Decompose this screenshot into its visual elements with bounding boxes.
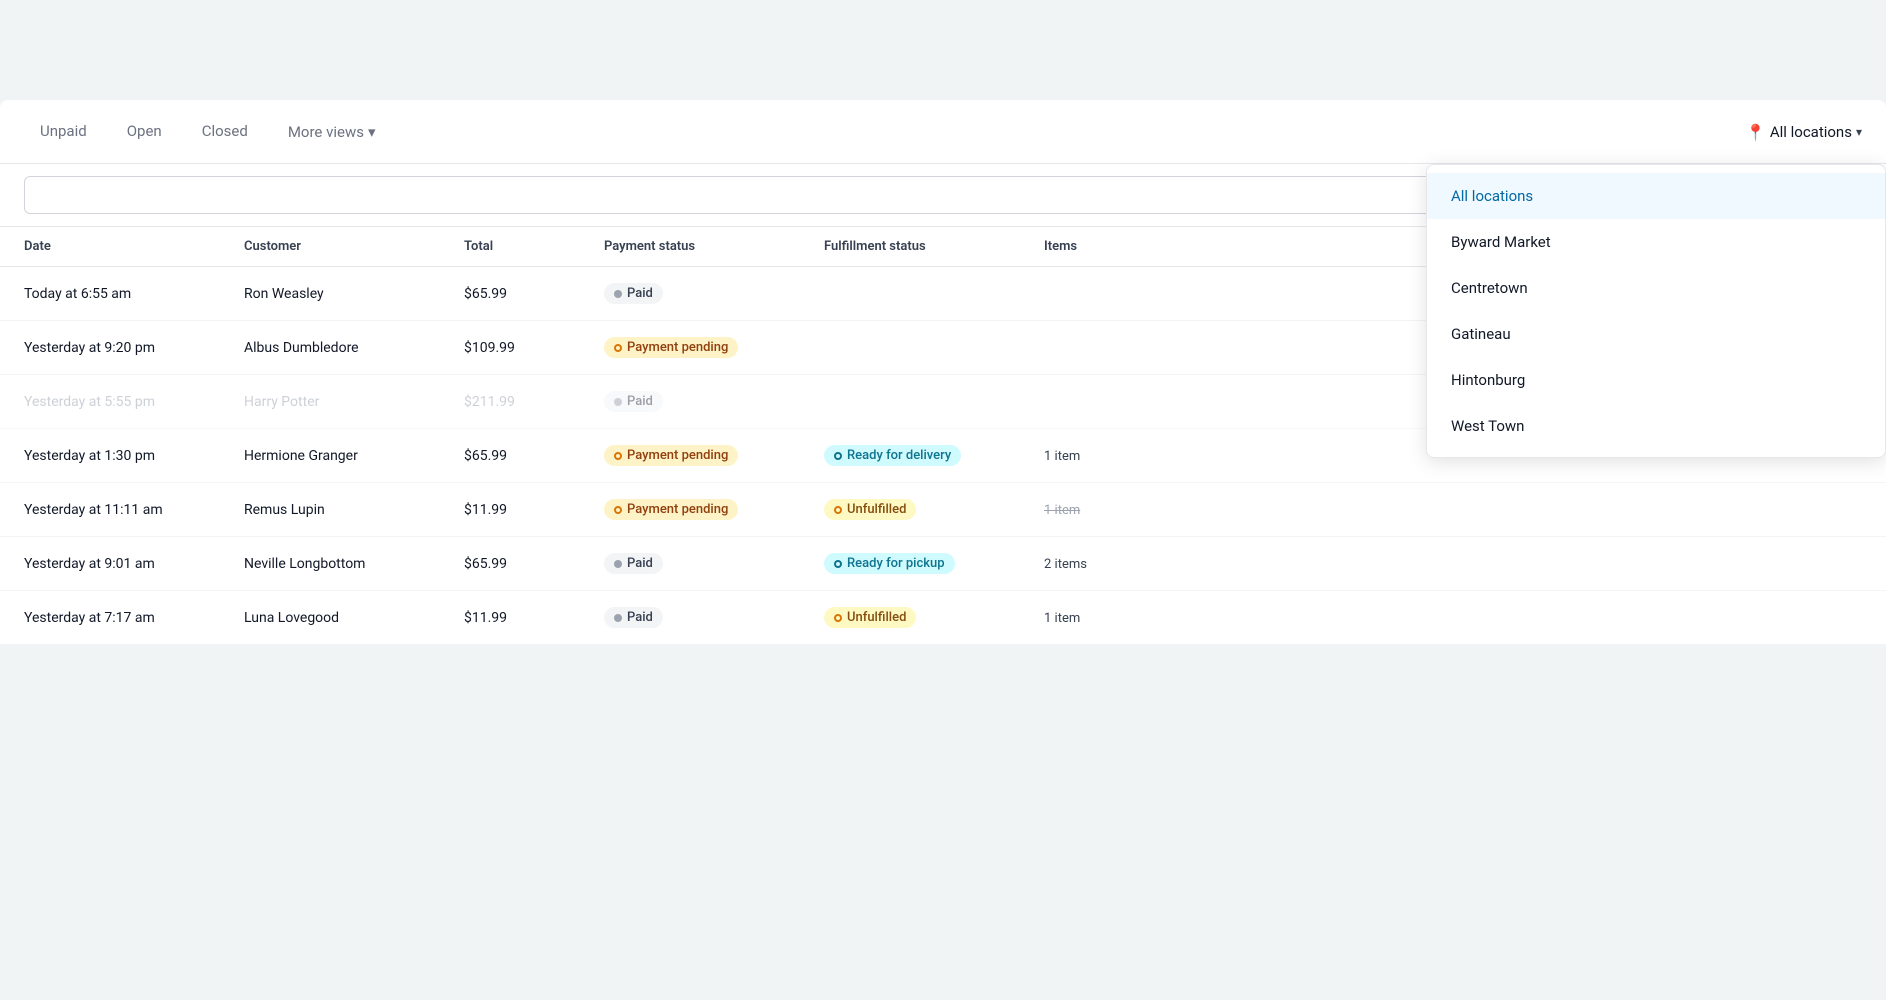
dot-icon <box>614 452 622 460</box>
dot-icon <box>834 506 842 514</box>
cell-customer: Neville Longbottom <box>244 556 464 572</box>
col-payment-status: Payment status <box>604 239 824 254</box>
cell-fulfillment-status: Unfulfilled <box>824 499 1044 520</box>
dropdown-item-gatineau[interactable]: Gatineau <box>1427 311 1885 357</box>
table-row[interactable]: Yesterday at 9:01 amNeville Longbottom$6… <box>0 537 1886 591</box>
dropdown-item-centretown[interactable]: Centretown <box>1427 265 1885 311</box>
payment-status-badge: Paid <box>604 553 663 574</box>
cell-customer: Ron Weasley <box>244 286 464 302</box>
col-fulfillment-status: Fulfillment status <box>824 239 1044 254</box>
location-trigger[interactable]: 📍 All locations ▾ <box>1626 100 1886 164</box>
payment-status-badge: Payment pending <box>604 337 738 358</box>
payment-status-badge: Paid <box>604 607 663 628</box>
payment-status-badge: Paid <box>604 283 663 304</box>
tab-closed[interactable]: Closed <box>186 100 264 164</box>
payment-status-badge: Paid <box>604 391 663 412</box>
fulfillment-status-badge: Ready for pickup <box>824 553 955 574</box>
fulfillment-status-badge: Ready for delivery <box>824 445 961 466</box>
location-pin-icon: 📍 <box>1746 123 1766 142</box>
col-customer: Customer <box>244 239 464 254</box>
dot-icon <box>614 614 622 622</box>
cell-date: Today at 6:55 am <box>24 286 244 302</box>
cell-payment-status: Paid <box>604 607 824 628</box>
cell-payment-status: Paid <box>604 553 824 574</box>
col-date: Date <box>24 239 244 254</box>
main-container: Unpaid Open Closed More views ▾ 📍 All lo… <box>0 100 1886 645</box>
dot-icon <box>614 506 622 514</box>
fulfillment-status-badge: Unfulfilled <box>824 499 916 520</box>
cell-payment-status: Paid <box>604 283 824 304</box>
cell-payment-status: Payment pending <box>604 337 824 358</box>
cell-total: $65.99 <box>464 556 604 572</box>
table-row[interactable]: Yesterday at 7:17 amLuna Lovegood$11.99 … <box>0 591 1886 645</box>
items-text: 1 item <box>1044 449 1080 464</box>
cell-total: $11.99 <box>464 502 604 518</box>
cell-date: Yesterday at 1:30 pm <box>24 448 244 464</box>
dot-icon <box>834 614 842 622</box>
cell-customer: Albus Dumbledore <box>244 340 464 356</box>
cell-customer: Remus Lupin <box>244 502 464 518</box>
cell-date: Yesterday at 9:01 am <box>24 556 244 572</box>
dropdown-item-all-locations[interactable]: All locations <box>1427 173 1885 219</box>
cell-date: Yesterday at 7:17 am <box>24 610 244 626</box>
cell-payment-status: Payment pending <box>604 499 824 520</box>
cell-total: $11.99 <box>464 610 604 626</box>
dropdown-item-byward[interactable]: Byward Market <box>1427 219 1885 265</box>
dot-icon <box>614 290 622 298</box>
cell-payment-status: Payment pending <box>604 445 824 466</box>
location-label: All locations <box>1770 123 1852 141</box>
cell-total: $109.99 <box>464 340 604 356</box>
tab-open[interactable]: Open <box>111 100 178 164</box>
top-bar <box>0 0 1886 100</box>
dot-icon <box>614 560 622 568</box>
cell-fulfillment-status: Unfulfilled <box>824 607 1044 628</box>
cell-date: Yesterday at 5:55 pm <box>24 394 244 410</box>
location-chevron-icon: ▾ <box>1856 125 1862 139</box>
col-total: Total <box>464 239 604 254</box>
dot-icon <box>834 452 842 460</box>
cell-date: Yesterday at 9:20 pm <box>24 340 244 356</box>
tabs-row: Unpaid Open Closed More views ▾ 📍 All lo… <box>0 100 1886 164</box>
cell-customer: Hermione Granger <box>244 448 464 464</box>
cell-items: 1 item <box>1044 610 1144 626</box>
fulfillment-status-badge: Unfulfilled <box>824 607 916 628</box>
dot-icon <box>834 560 842 568</box>
cell-total: $211.99 <box>464 394 604 410</box>
cell-fulfillment-status: Ready for pickup <box>824 553 1044 574</box>
dot-icon <box>614 344 622 352</box>
dropdown-item-west-town[interactable]: West Town <box>1427 403 1885 449</box>
cell-customer: Harry Potter <box>244 394 464 410</box>
more-views-chevron: ▾ <box>368 123 376 141</box>
col-items: Items <box>1044 239 1144 254</box>
more-views-label: More views <box>288 123 364 141</box>
table-row[interactable]: Yesterday at 11:11 amRemus Lupin$11.99 P… <box>0 483 1886 537</box>
cell-total: $65.99 <box>464 448 604 464</box>
payment-status-badge: Payment pending <box>604 499 738 520</box>
tab-more-views[interactable]: More views ▾ <box>272 100 392 164</box>
tab-unpaid[interactable]: Unpaid <box>24 100 103 164</box>
cell-total: $65.99 <box>464 286 604 302</box>
cell-payment-status: Paid <box>604 391 824 412</box>
cell-fulfillment-status: Ready for delivery <box>824 445 1044 466</box>
dropdown-item-hintonburg[interactable]: Hintonburg <box>1427 357 1885 403</box>
payment-status-badge: Payment pending <box>604 445 738 466</box>
dropdown-overlay: All locations Byward Market Centretown G… <box>1426 164 1886 458</box>
items-text: 1 item <box>1044 611 1080 626</box>
items-text: 1 item <box>1044 503 1080 518</box>
cell-customer: Luna Lovegood <box>244 610 464 626</box>
cell-items: 1 item <box>1044 502 1144 518</box>
cell-items: 2 items <box>1044 556 1144 572</box>
cell-items: 1 item <box>1044 448 1144 464</box>
items-text: 2 items <box>1044 557 1087 572</box>
cell-date: Yesterday at 11:11 am <box>24 502 244 518</box>
dot-icon <box>614 398 622 406</box>
